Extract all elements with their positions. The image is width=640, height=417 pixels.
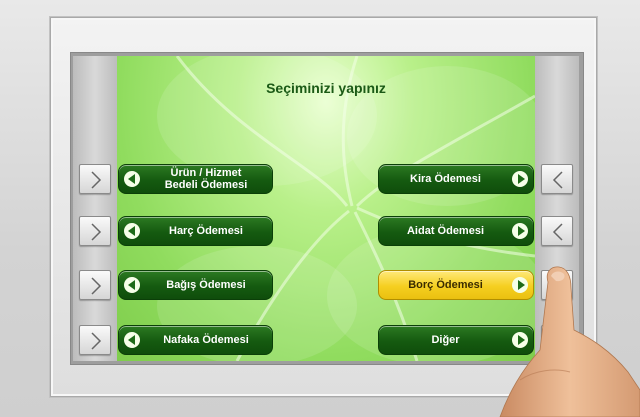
chevron-right-icon — [91, 277, 102, 295]
option-label: Aidat Ödemesi — [406, 225, 485, 237]
atm-screen: Seçiminizi yapınız — [117, 56, 535, 361]
option-label: Borç Ödemesi — [408, 279, 483, 291]
option-urun-hizmet-bedeli[interactable]: Ürün / Hizmet Bedeli Ödemesi — [118, 164, 273, 194]
chevron-left-icon — [552, 223, 563, 241]
option-label: Ürün / Hizmet Bedeli Ödemesi — [164, 167, 248, 191]
circle-arrow-right-icon — [512, 277, 528, 293]
chevron-left-icon — [552, 277, 563, 295]
option-label: Bağış Ödemesi — [166, 279, 246, 291]
chevron-right-icon — [91, 332, 102, 350]
left-function-key-1[interactable] — [79, 164, 111, 194]
option-label: Diğer — [431, 334, 460, 346]
left-function-key-3[interactable] — [79, 270, 111, 300]
right-function-key-4[interactable] — [541, 325, 573, 355]
circle-arrow-left-icon — [124, 171, 140, 187]
chevron-left-icon — [552, 332, 563, 350]
circle-arrow-right-icon — [512, 332, 528, 348]
option-label: Kira Ödemesi — [410, 173, 481, 185]
option-bagis-odemesi[interactable]: Bağış Ödemesi — [118, 270, 273, 300]
clover-background — [157, 56, 535, 361]
option-kira-odemesi[interactable]: Kira Ödemesi — [378, 164, 534, 194]
left-key-rail — [73, 56, 117, 361]
right-function-key-2[interactable] — [541, 216, 573, 246]
chevron-left-icon — [552, 171, 563, 189]
left-function-key-4[interactable] — [79, 325, 111, 355]
circle-arrow-right-icon — [512, 171, 528, 187]
circle-arrow-left-icon — [124, 277, 140, 293]
option-diger[interactable]: Diğer — [378, 325, 534, 355]
right-function-key-1[interactable] — [541, 164, 573, 194]
screen-title: Seçiminizi yapınız — [266, 80, 386, 96]
option-nafaka-odemesi[interactable]: Nafaka Ödemesi — [118, 325, 273, 355]
chevron-right-icon — [91, 223, 102, 241]
atm-panel: Seçiminizi yapınız Ürün / Hizmet Bedeli … — [0, 0, 640, 417]
left-function-key-2[interactable] — [79, 216, 111, 246]
right-function-key-3[interactable] — [541, 270, 573, 300]
option-aidat-odemesi[interactable]: Aidat Ödemesi — [378, 216, 534, 246]
option-borc-odemesi[interactable]: Borç Ödemesi — [378, 270, 534, 300]
right-key-rail — [535, 56, 579, 361]
circle-arrow-left-icon — [124, 332, 140, 348]
circle-arrow-right-icon — [512, 223, 528, 239]
option-harc-odemesi[interactable]: Harç Ödemesi — [118, 216, 273, 246]
chevron-right-icon — [91, 171, 102, 189]
option-label: Harç Ödemesi — [169, 225, 243, 237]
circle-arrow-left-icon — [124, 223, 140, 239]
option-label: Nafaka Ödemesi — [163, 334, 249, 346]
